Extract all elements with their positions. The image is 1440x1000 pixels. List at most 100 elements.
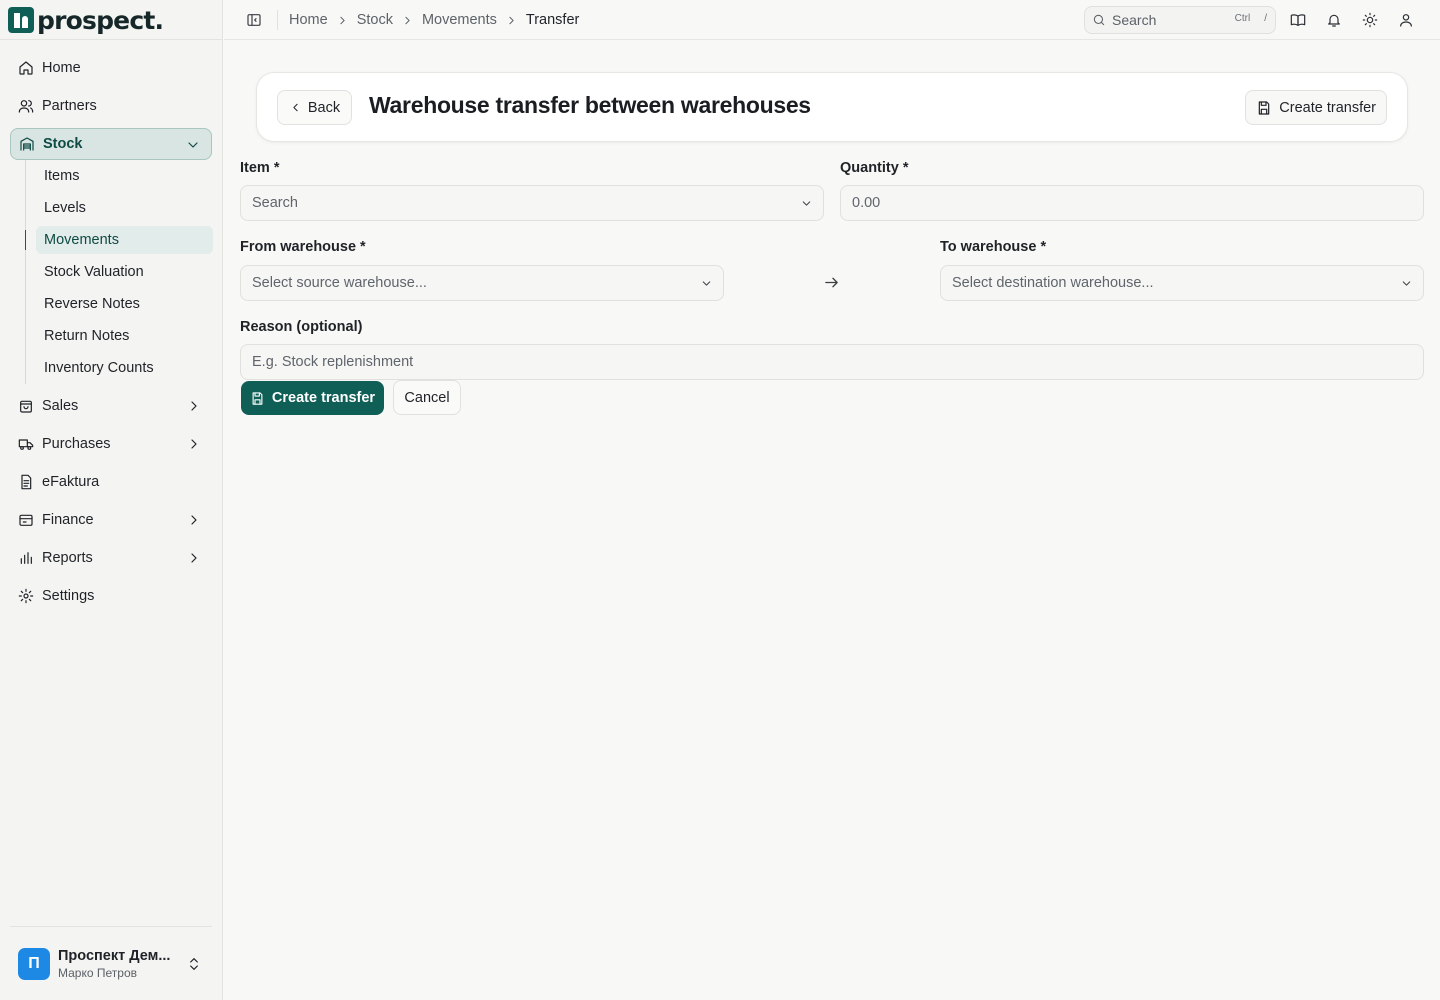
- search-input[interactable]: Search Ctrl /: [1084, 6, 1276, 34]
- account-switcher[interactable]: П Проспект Дем... Марко Петров: [10, 938, 212, 990]
- to-warehouse-placeholder: Select destination warehouse...: [952, 275, 1154, 291]
- create-transfer-label: Create transfer: [1279, 99, 1376, 116]
- sidebar-item-label: Home: [42, 60, 81, 76]
- breadcrumb-current: Transfer: [525, 12, 580, 28]
- sidebar-item-purchases[interactable]: Purchases: [10, 428, 212, 460]
- to-warehouse-select[interactable]: Select destination warehouse...: [940, 265, 1424, 301]
- home-icon: [18, 60, 34, 76]
- chevron-down-icon: [185, 137, 201, 153]
- sidebar-item-label: Partners: [42, 98, 97, 114]
- sidebar-item-sales[interactable]: Sales: [10, 390, 212, 422]
- sidebar-subitem-movements[interactable]: Movements: [25, 226, 213, 254]
- sidebar-item-reports[interactable]: Reports: [10, 542, 212, 574]
- save-icon: [250, 391, 265, 406]
- bar-chart-icon: [18, 550, 34, 566]
- logo-mark-icon: [8, 7, 34, 33]
- sidebar-item-label: Finance: [42, 512, 94, 528]
- breadcrumb-movements[interactable]: Movements: [422, 12, 497, 28]
- item-select[interactable]: Search: [240, 185, 824, 221]
- page-title: Warehouse transfer between warehouses: [369, 92, 811, 118]
- save-icon: [1256, 100, 1272, 116]
- sidebar-item-efaktura[interactable]: eFaktura: [10, 466, 212, 498]
- back-label: Back: [307, 99, 341, 116]
- back-button[interactable]: Back: [277, 90, 352, 125]
- stock-subnav: Items Levels Movements Stock Valuation R…: [25, 160, 213, 384]
- brand-name: prospect.: [37, 5, 164, 35]
- chevron-right-icon: [186, 398, 202, 414]
- document-icon: [18, 474, 34, 490]
- breadcrumb-home[interactable]: Home: [289, 12, 328, 28]
- chevron-right-icon: [336, 14, 349, 27]
- from-warehouse-select[interactable]: Select source warehouse...: [240, 265, 724, 301]
- create-transfer-button[interactable]: Create transfer: [241, 381, 384, 415]
- chevron-down-icon: [1400, 277, 1413, 290]
- sidebar-item-home[interactable]: Home: [10, 52, 212, 84]
- sidebar-subitem-inventory-counts[interactable]: Inventory Counts: [36, 354, 213, 382]
- from-warehouse-placeholder: Select source warehouse...: [252, 275, 427, 291]
- users-icon: [18, 98, 34, 114]
- sun-icon[interactable]: [1362, 12, 1378, 28]
- reason-label: Reason (optional): [240, 319, 363, 335]
- gear-icon: [18, 588, 34, 604]
- chevron-right-icon: [505, 14, 518, 27]
- sidebar-subitem-levels[interactable]: Levels: [36, 194, 213, 222]
- user-icon[interactable]: [1398, 12, 1414, 28]
- shortcut-char: /: [1264, 13, 1267, 24]
- sidebar-subitem-stock-valuation[interactable]: Stock Valuation: [36, 258, 213, 286]
- header-create-transfer-button[interactable]: Create transfer: [1245, 90, 1387, 125]
- sidebar-subitem-items[interactable]: Items: [36, 162, 213, 190]
- book-icon[interactable]: [1290, 12, 1306, 28]
- to-warehouse-label: To warehouse *: [940, 239, 1047, 255]
- breadcrumb: Home Stock Movements Transfer: [289, 0, 579, 40]
- account-user: Марко Петров: [58, 966, 137, 980]
- sidebar-item-label: eFaktura: [42, 474, 100, 490]
- sidebar: prospect. Home Partners Stock Items Leve…: [0, 0, 223, 1000]
- sidebar-item-label: Settings: [42, 588, 95, 604]
- chevron-right-icon: [186, 436, 202, 452]
- warehouse-icon: [19, 136, 35, 152]
- chevron-down-icon: [700, 277, 713, 290]
- bell-icon[interactable]: [1326, 12, 1342, 28]
- quantity-placeholder: 0.00: [852, 195, 881, 211]
- account-name: Проспект Дем...: [58, 948, 171, 964]
- shopping-bag-icon: [18, 398, 34, 414]
- sidebar-item-partners[interactable]: Partners: [10, 90, 212, 122]
- reason-placeholder: E.g. Stock replenishment: [252, 354, 414, 370]
- divider: [0, 39, 223, 40]
- search-placeholder: Search: [1112, 12, 1157, 28]
- cancel-button[interactable]: Cancel: [393, 380, 461, 415]
- topbar: Home Stock Movements Transfer Search Ctr…: [224, 0, 1440, 40]
- sidebar-subitem-reverse-notes[interactable]: Reverse Notes: [36, 290, 213, 318]
- sidebar-item-label: Sales: [42, 398, 79, 414]
- avatar: П: [18, 948, 50, 980]
- quantity-label: Quantity *: [840, 160, 909, 176]
- truck-icon: [18, 436, 34, 452]
- sidebar-subitem-return-notes[interactable]: Return Notes: [36, 322, 213, 350]
- reason-input[interactable]: E.g. Stock replenishment: [240, 344, 1424, 380]
- chevrons-up-down-icon: [186, 956, 202, 972]
- chevron-right-icon: [186, 512, 202, 528]
- search-icon: [1092, 13, 1106, 27]
- sidebar-item-finance[interactable]: Finance: [10, 504, 212, 536]
- item-label: Item *: [240, 160, 280, 176]
- item-placeholder: Search: [252, 195, 298, 211]
- search-shortcut: Ctrl /: [1235, 13, 1267, 24]
- shortcut-key: Ctrl: [1234, 13, 1251, 24]
- from-warehouse-label: From warehouse *: [240, 239, 366, 255]
- quantity-input[interactable]: 0.00: [840, 185, 1424, 221]
- chevron-down-icon: [800, 197, 813, 210]
- sidebar-item-settings[interactable]: Settings: [10, 580, 212, 612]
- chevron-right-icon: [186, 550, 202, 566]
- page-header-card: Back Warehouse transfer between warehous…: [256, 72, 1408, 142]
- create-transfer-label: Create transfer: [271, 390, 376, 406]
- sidebar-toggle-icon[interactable]: [246, 12, 262, 28]
- sidebar-item-label: Purchases: [42, 436, 111, 452]
- arrow-right-icon: [823, 274, 840, 291]
- divider: [277, 10, 278, 30]
- chevron-right-icon: [401, 14, 414, 27]
- breadcrumb-stock[interactable]: Stock: [357, 12, 393, 28]
- wallet-icon: [18, 512, 34, 528]
- brand-logo[interactable]: prospect.: [8, 5, 164, 35]
- sidebar-item-label: Reports: [42, 550, 93, 566]
- sidebar-item-stock[interactable]: Stock: [10, 128, 212, 160]
